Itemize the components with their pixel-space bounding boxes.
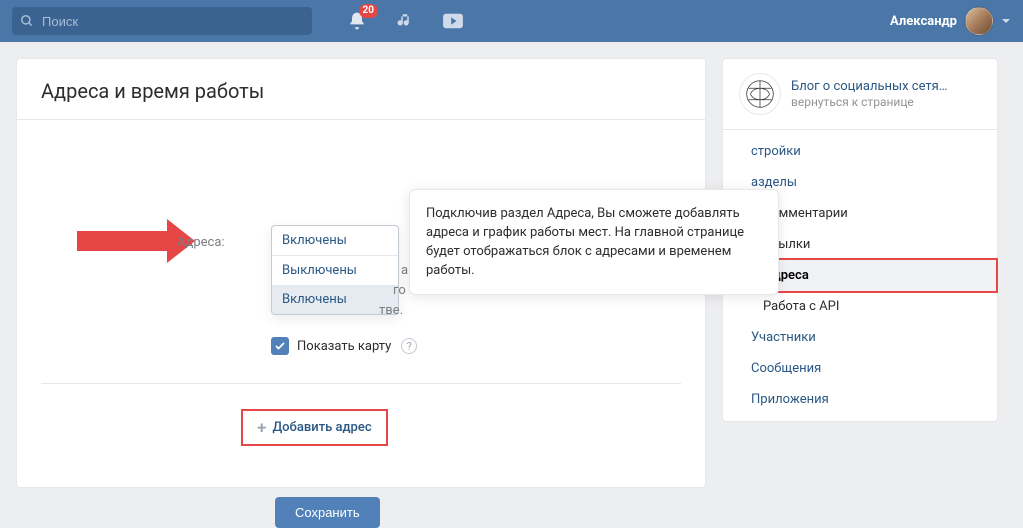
divider (17, 119, 705, 120)
profile-menu[interactable]: Александр (890, 7, 1011, 35)
ghost-text: а го тве. (401, 261, 408, 321)
search-input[interactable] (40, 13, 304, 30)
notifications-icon[interactable]: 20 (346, 10, 368, 32)
annotation-arrow (77, 231, 167, 251)
save-button[interactable]: Сохранить (275, 497, 380, 528)
sidebar-item-settings[interactable]: стройки (723, 136, 997, 167)
select-current-value[interactable]: Включены (272, 226, 398, 255)
add-address-button[interactable]: + Добавить адрес (245, 413, 384, 442)
group-title: Блог о социальных сетя… (791, 79, 948, 94)
topbar: 20 Александр (0, 0, 1023, 42)
top-icons-group: 20 (346, 10, 464, 32)
info-tooltip: Подключив раздел Адреса, Вы сможете доба… (409, 189, 779, 295)
select-option-off[interactable]: Выключены (272, 256, 398, 285)
video-icon[interactable] (442, 10, 464, 32)
notifications-badge: 20 (359, 4, 378, 18)
group-back-link[interactable]: вернуться к странице (791, 95, 948, 109)
add-address-label: Добавить адрес (272, 420, 371, 435)
address-label: Адреса: (177, 235, 225, 250)
music-icon[interactable] (394, 10, 416, 32)
avatar (965, 7, 993, 35)
show-map-label: Показать карту (297, 339, 391, 354)
group-header[interactable]: Блог о социальных сетя… вернуться к стра… (723, 59, 997, 129)
help-icon[interactable]: ? (401, 338, 417, 354)
annotation-highlight: + Добавить адрес (241, 409, 388, 446)
divider (41, 383, 681, 384)
show-map-checkbox[interactable] (271, 337, 289, 355)
search-box[interactable] (12, 7, 312, 35)
sidebar-item-api[interactable]: Работа с API (723, 291, 997, 322)
plus-icon: + (257, 421, 266, 435)
main-card: Адреса и время работы Адреса: Включены В… (16, 58, 706, 488)
sidebar-item-messages[interactable]: Сообщения (723, 353, 997, 384)
page-title: Адреса и время работы (17, 59, 705, 119)
show-map-row: Показать карту ? (271, 337, 417, 355)
chevron-down-icon (1001, 16, 1011, 26)
group-logo (739, 73, 781, 115)
profile-name: Александр (890, 14, 957, 29)
search-icon (20, 14, 34, 28)
sidebar-item-members[interactable]: Участники (723, 322, 997, 353)
sidebar-item-apps[interactable]: Приложения (723, 384, 997, 415)
